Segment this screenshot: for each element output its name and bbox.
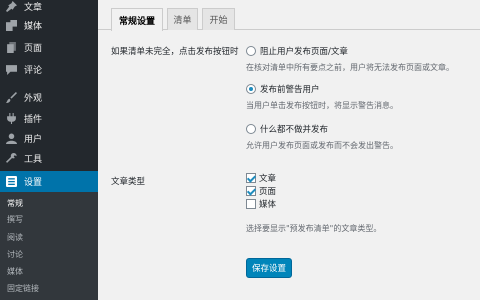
menu-item-appearance[interactable]: 外观	[0, 87, 98, 107]
radio-do-nothing-label[interactable]: 什么都不做并发布	[260, 123, 328, 135]
checkbox-post-type-page[interactable]	[246, 186, 256, 196]
menu-item-plugins[interactable]: 插件	[0, 108, 98, 128]
radio-do-nothing[interactable]	[246, 124, 256, 134]
radio-prevent-publish-label[interactable]: 阻止用户发布页面/文章	[260, 45, 348, 57]
submenu-item-general[interactable]: 常规	[7, 198, 23, 209]
settings-submenu: 常规 撰写 阅读 讨论 媒体 固定链接	[0, 192, 98, 300]
radio-prevent-publish-desc: 在核对清单中所有要点之前，用户将无法发布页面或文章。	[246, 63, 454, 72]
menu-item-label: 评论	[24, 65, 43, 76]
checkbox-post-type-media-label[interactable]: 媒体	[259, 198, 276, 210]
plugin-icon	[4, 111, 18, 125]
brush-icon	[4, 90, 18, 104]
checkbox-post-type-post[interactable]	[246, 173, 256, 183]
menu-item-comments[interactable]: 评论	[0, 59, 98, 79]
settings-content: 常规设置 清单 开始 如果清单未完全，点击发布按钮时 阻止用户发布页面/文章 在…	[98, 0, 480, 300]
menu-item-label: 插件	[24, 114, 43, 125]
submenu-item-media[interactable]: 媒体	[7, 266, 23, 277]
tab-checklist[interactable]: 清单	[167, 8, 198, 30]
submenu-item-writing[interactable]: 撰写	[7, 214, 23, 225]
submenu-item-discussion[interactable]: 讨论	[7, 249, 23, 260]
tab-general-settings[interactable]: 常规设置	[111, 8, 163, 31]
pin-icon	[4, 0, 18, 13]
radio-warn-before-publish[interactable]	[246, 84, 256, 94]
menu-item-users[interactable]: 用户	[0, 128, 98, 148]
checkbox-post-type-post-label[interactable]: 文章	[259, 172, 276, 184]
checkbox-post-type-page-label[interactable]: 页面	[259, 185, 276, 197]
menu-item-settings[interactable]: 设置	[0, 171, 98, 192]
user-icon	[4, 131, 18, 145]
post-types-label: 文章类型	[111, 177, 146, 187]
menu-item-tools[interactable]: 工具	[0, 148, 98, 168]
radio-warn-before-publish-desc: 当用户单击发布按钮时，将显示警告消息。	[246, 101, 398, 110]
radio-warn-before-publish-label[interactable]: 发布前警告用户	[260, 83, 320, 95]
radio-do-nothing-desc: 允许用户发布页面或发布而不会发出警告。	[246, 141, 398, 150]
save-settings-button[interactable]: 保存设置	[246, 258, 292, 278]
checkbox-post-type-media[interactable]	[246, 199, 256, 209]
menu-item-label: 用户	[24, 134, 43, 145]
menu-item-label: 工具	[24, 154, 43, 165]
menu-item-label: 外观	[24, 93, 43, 104]
incomplete-action-label: 如果清单未完全，点击发布按钮时	[111, 47, 239, 57]
submenu-item-reading[interactable]: 阅读	[7, 232, 23, 243]
submenu-item-permalinks[interactable]: 固定链接	[7, 283, 39, 294]
menu-item-label: 设置	[24, 178, 43, 188]
menu-item-pages[interactable]: 页面	[0, 37, 98, 57]
media-icon	[4, 18, 18, 32]
menu-item-label: 媒体	[24, 21, 43, 32]
page-icon	[4, 40, 18, 54]
menu-item-posts[interactable]: 文章	[0, 0, 98, 16]
menu-item-label: 页面	[24, 43, 43, 54]
comment-icon	[4, 62, 18, 76]
radio-prevent-publish[interactable]	[246, 46, 256, 56]
tab-start[interactable]: 开始	[202, 8, 235, 30]
wrench-icon	[4, 151, 18, 165]
post-types-desc: 选择要显示"预发布清单"的文章类型。	[246, 224, 382, 233]
menu-item-label: 文章	[24, 2, 43, 13]
settings-icon	[4, 175, 18, 189]
admin-sidebar: 文章 媒体 页面 评论 外观 插件 用户 工具 设置 常规 撰写 阅读 讨论 媒…	[0, 0, 98, 300]
menu-item-media[interactable]: 媒体	[0, 15, 98, 35]
